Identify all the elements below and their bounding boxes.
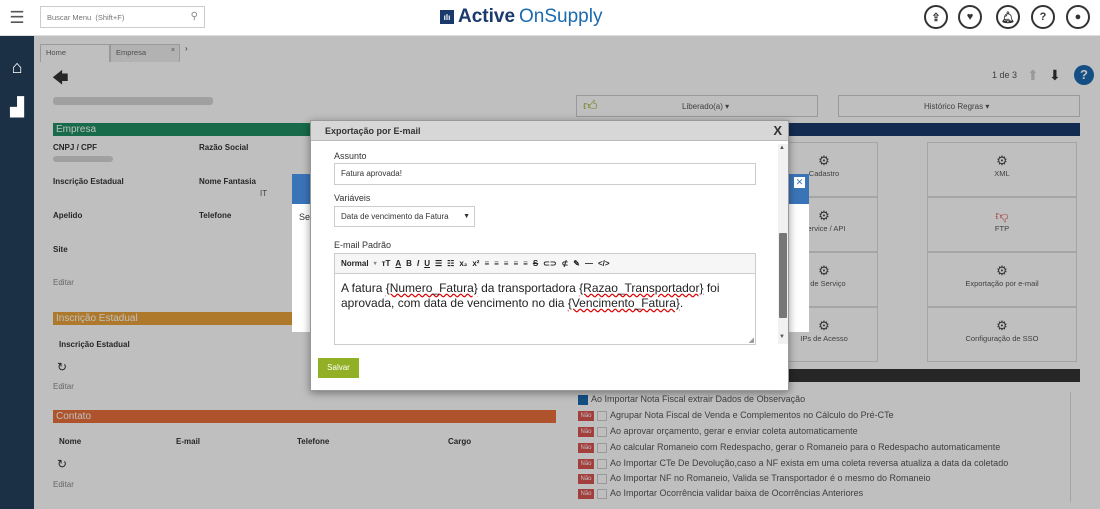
resize-handle-icon[interactable]: ◢ (749, 336, 754, 344)
code-icon[interactable]: </> (598, 259, 610, 268)
unlink-icon[interactable]: ⊄ (562, 259, 569, 268)
variable-numero-fatura: {Numero_Fatura} (385, 281, 478, 295)
user-avatar-icon[interactable]: ● (1066, 5, 1090, 29)
bold-icon[interactable]: B (406, 259, 412, 268)
background-dialog-text: Se (299, 212, 311, 222)
bullet-list-icon[interactable]: ☷ (447, 259, 454, 268)
format-select[interactable]: Normal (341, 259, 369, 268)
editor-content[interactable]: A fatura {Numero_Fatura} da transportado… (341, 281, 745, 311)
chevron-down-icon: ▼ (463, 213, 470, 220)
underline-icon[interactable]: U (424, 259, 430, 268)
eraser-icon[interactable]: ✎ (573, 259, 580, 268)
app-logo: ılı Active OnSupply (440, 6, 602, 28)
align-left-icon[interactable]: ≡ (484, 259, 489, 268)
variable-vencimento-fatura: {Vencimento_Fatura} (567, 296, 680, 310)
sidebar: ⌂ ▟ (0, 36, 34, 509)
search-box[interactable]: ⚲ (40, 6, 205, 28)
strikethrough-icon[interactable]: S (533, 259, 538, 268)
export-icon[interactable]: ⇪ (924, 5, 948, 29)
bell-icon[interactable]: 🔔︎ (996, 5, 1020, 29)
scrollbar-thumb[interactable] (779, 233, 787, 318)
close-icon[interactable]: X (773, 123, 782, 138)
editor-toolbar: Normal ▾ тT A B I U ☰ ☷ x₂ x² ≡ ≡ ≡ ≡ ≡ … (335, 254, 755, 274)
factory-icon[interactable]: ▟ (6, 96, 28, 118)
body-part-4: . (679, 296, 684, 310)
superscript-icon[interactable]: x² (472, 259, 479, 268)
font-color-icon[interactable]: A (395, 259, 401, 268)
logo-mark-icon: ılı (440, 10, 454, 24)
menu-icon[interactable]: ☰ (0, 0, 34, 36)
save-button[interactable]: Salvar (318, 358, 359, 378)
italic-icon[interactable]: I (417, 259, 419, 268)
align-center-icon[interactable]: ≡ (494, 259, 499, 268)
modal-title: Exportação por E-mail (325, 126, 421, 136)
format-dropdown-icon[interactable]: ▾ (374, 260, 377, 267)
background-dialog-close-icon[interactable]: ✕ (794, 177, 805, 188)
modal-header: Exportação por E-mail X (311, 121, 788, 141)
help-icon[interactable]: ? (1031, 5, 1055, 29)
logo-bold: Active (458, 6, 516, 27)
search-input[interactable] (41, 7, 181, 27)
scroll-up-icon[interactable]: ▲ (779, 145, 785, 151)
home-icon[interactable]: ⌂ (6, 56, 28, 78)
top-bar: ☰ ⚲ ılı Active OnSupply ⇪ ♥ 🔔︎ ? ● (0, 0, 1100, 36)
subscript-icon[interactable]: x₂ (459, 259, 467, 268)
health-icon[interactable]: ♥ (958, 5, 982, 29)
search-icon[interactable]: ⚲ (191, 11, 198, 22)
horizontal-rule-icon[interactable]: — (585, 259, 593, 268)
link-icon[interactable]: ⊂⊃ (543, 259, 556, 268)
ordered-list-icon[interactable]: ☰ (435, 259, 442, 268)
font-size-icon[interactable]: тT (382, 259, 391, 268)
variaveis-label: Variáveis (334, 193, 371, 203)
body-part-1: A fatura (341, 281, 386, 295)
variaveis-select-value: Data de vencimento da Fatura (341, 212, 449, 221)
logo-light: OnSupply (519, 6, 603, 27)
body-part-2: da transportadora (477, 281, 580, 295)
align-right-icon[interactable]: ≡ (504, 259, 509, 268)
rich-text-editor[interactable]: Normal ▾ тT A B I U ☰ ☷ x₂ x² ≡ ≡ ≡ ≡ ≡ … (334, 253, 756, 345)
indent-icon[interactable]: ≡ (523, 259, 528, 268)
email-export-modal: Exportação por E-mail X Assunto Fatura a… (310, 120, 789, 391)
justify-icon[interactable]: ≡ (513, 259, 518, 268)
email-padrao-label: E-mail Padrão (334, 240, 392, 250)
scroll-down-icon[interactable]: ▼ (779, 334, 785, 340)
variable-razao-transportador: {Razao_Transportador} (579, 281, 704, 295)
assunto-input[interactable]: Fatura aprovada! (334, 163, 756, 185)
variaveis-select[interactable]: Data de vencimento da Fatura ▼ (334, 206, 475, 227)
assunto-label: Assunto (334, 151, 367, 161)
